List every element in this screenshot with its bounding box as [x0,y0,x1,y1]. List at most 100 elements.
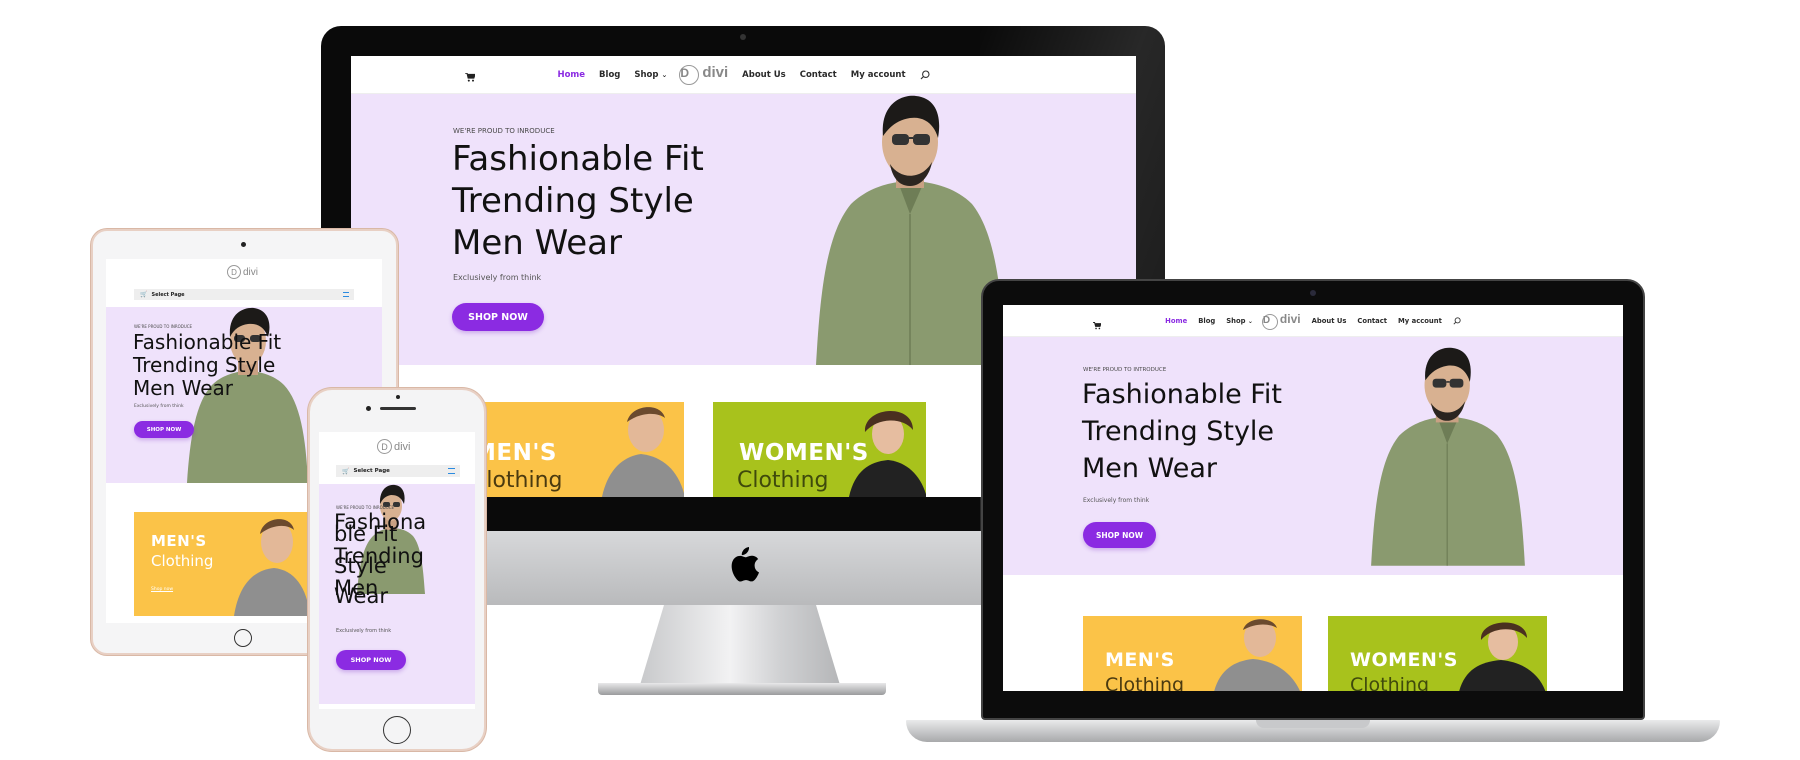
hero-title-line-1: Fashionable Fit [133,330,282,354]
shop-now-button[interactable]: SHOP NOW [336,650,406,670]
imac-camera [740,34,746,40]
apple-logo-icon [725,543,761,585]
hero-subtitle: Exclusively from think [1083,497,1150,504]
hero-section: WE'RE PROUD TO INTRODUCE Fashionable Fit… [1003,337,1623,575]
logo-mark: D [679,65,700,85]
hero-title-line-2: Trending Style [133,353,276,377]
chevron-down-icon: ⌄ [1247,317,1253,325]
hero-title-line-1: Fashionable Fit [1082,379,1282,410]
womens-card-title: WOMEN'S [1350,649,1458,671]
chevron-down-icon: ⌄ [661,70,668,79]
nav-item-home[interactable]: Home [1165,317,1187,325]
mens-card[interactable]: MEN'S Clothing Shop now [134,512,310,616]
logo-mark: D [377,439,392,454]
mens-card-model-image [234,519,310,616]
divi-logo[interactable]: Ddivi [377,439,411,454]
mens-card[interactable]: MEN'S Clothing [1083,616,1302,691]
hero-title: Fashionable Fit Trending Style Men Wear [452,138,704,264]
select-page-dropdown[interactable]: 🛒 Select Page [134,289,354,300]
divi-logo[interactable]: Ddivi [679,64,728,85]
nav-item-home[interactable]: Home [557,70,585,80]
logo-mark: D [1261,313,1278,330]
search-icon[interactable] [920,69,930,80]
hero-title-line-3: Men Wear [1082,453,1217,484]
iphone-home-button [383,716,411,744]
hero-title-line-2: Trending Style [1082,416,1275,447]
nav-item-about[interactable]: About Us [742,70,786,80]
mens-card-title: MEN'S [151,532,207,550]
logo-text: divi [394,440,411,453]
search-icon[interactable] [1453,316,1461,325]
hero-title-line-2: Trending Style [452,181,694,221]
mens-card[interactable]: MEN'S Clothing [471,402,684,497]
select-page-label: Select Page [151,291,185,298]
logo-mark: D [227,265,241,279]
website-mobile: Ddivi 🛒 Select Page WE'RE PROUD TO INROD… [319,432,475,709]
nav-item-about[interactable]: About Us [1312,317,1347,325]
nav-item-shop-label: Shop [634,69,659,80]
nav-item-contact[interactable]: Contact [800,70,837,80]
nav-item-account[interactable]: My account [851,70,906,80]
logo-text: divi [702,64,729,81]
iphone-screen: Ddivi 🛒 Select Page WE'RE PROUD TO INROD… [319,432,475,709]
shop-now-button[interactable]: SHOP NOW [134,421,194,438]
hero-eyebrow: WE'RE PROUD TO INRODUCE [453,127,555,135]
main-nav: Home Blog Shop ⌄ Ddivi About Us Contact … [351,56,1136,94]
womens-card[interactable]: WOMEN'S Clothing [1328,616,1547,691]
hero-eyebrow: WE'RE PROUD TO INTRODUCE [1083,367,1167,373]
shop-now-button[interactable]: SHOP NOW [452,303,544,331]
hero-subtitle: Exclusively from think [336,628,392,634]
iphone-camera [366,406,371,411]
website-laptop: Home Blog Shop ⌄ Ddivi About Us Contact … [1003,305,1623,691]
imac-base [598,683,886,695]
nav-item-shop[interactable]: Shop ⌄ [634,70,667,80]
nav-item-shop[interactable]: Shop ⌄ [1226,317,1253,325]
macbook-screen: Home Blog Shop ⌄ Ddivi About Us Contact … [1003,305,1623,691]
nav-item-contact[interactable]: Contact [1357,317,1387,325]
mens-card-model-image [1214,619,1300,691]
hero-title-line-3: Men Wear [452,223,622,263]
cart-icon: 🛒 [140,291,148,298]
hero-title-line-1: Fashionable Fit [452,139,704,179]
logo-text: divi [243,266,259,278]
nav-item-account[interactable]: My account [1398,317,1442,325]
hero-subtitle: Exclusively from think [134,404,184,409]
hero-title: Fashionable Fit Trending Style Men Wear [133,331,281,400]
iphone-speaker [380,407,416,410]
iphone-camera-dot [396,395,400,399]
womens-card-model-image [849,411,926,497]
nav-item-shop-label: Shop [1226,316,1246,325]
divi-logo[interactable]: Ddivi [1261,311,1301,330]
macbook-camera [1310,290,1316,296]
male-model-image [1371,347,1525,566]
imac-stand [640,605,840,685]
mens-card-link[interactable]: Shop now [151,587,173,592]
ipad-home-button [234,629,252,647]
cart-icon[interactable] [465,69,476,82]
shop-now-button[interactable]: SHOP NOW [1083,522,1156,548]
hero-title: Fashiona ble Fit Trending Style Men Wear [334,512,426,608]
hamburger-icon [343,292,349,297]
mens-card-subtitle: Clothing [151,552,214,570]
main-nav: Home Blog Shop ⌄ Ddivi About Us Contact … [1003,305,1623,337]
nav-item-blog[interactable]: Blog [599,70,620,80]
macbook-notch [1256,720,1370,728]
ipad-camera [241,242,246,247]
logo-text: divi [1279,311,1301,326]
womens-card[interactable]: WOMEN'S Clothing [713,402,926,497]
cart-icon: 🛒 [342,467,350,475]
nav-item-blog[interactable]: Blog [1198,317,1215,325]
womens-card-model-image [1459,622,1546,691]
womens-card-subtitle: Clothing [737,468,829,493]
select-page-dropdown[interactable]: 🛒 Select Page [336,465,460,477]
divi-logo[interactable]: Ddivi [227,265,258,279]
mens-card-subtitle: Clothing [1105,674,1185,691]
mens-card-title: MEN'S [1105,649,1175,671]
hamburger-icon [448,468,455,474]
hero-title-line-6: Wear [334,584,388,608]
mens-card-model-image [602,407,684,497]
cart-icon[interactable] [1093,317,1102,330]
hero-section: WE'RE PROUD TO INRODUCE Fashiona ble Fit… [319,484,475,704]
hero-subtitle: Exclusively from think [453,273,542,282]
hero-title-line-3: Men Wear [133,376,233,400]
